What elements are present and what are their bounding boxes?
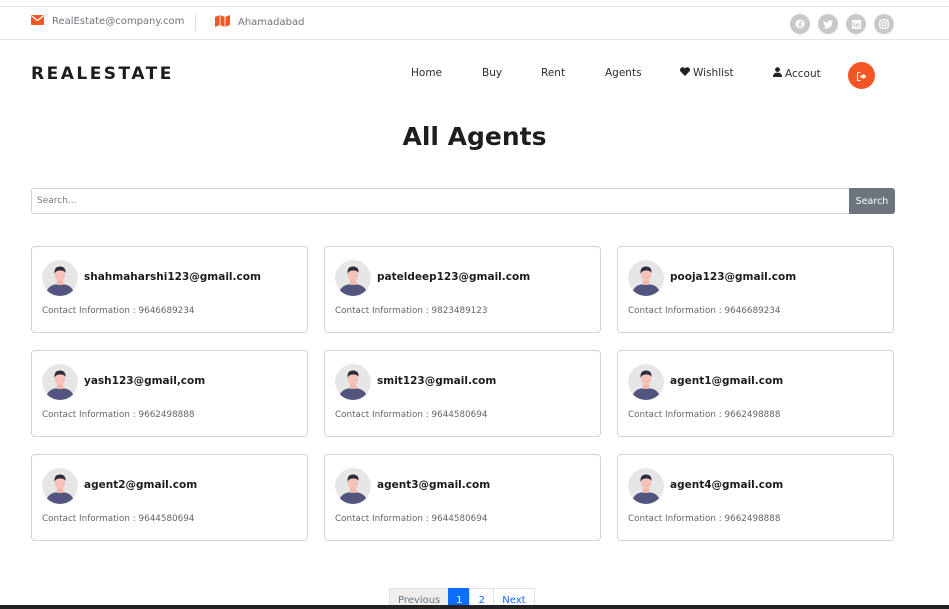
agent-email[interactable]: pateldeep123@gmail.com xyxy=(377,271,530,283)
instagram-icon[interactable] xyxy=(874,14,894,34)
email-text: RealEstate@company.com xyxy=(52,16,185,27)
sign-out-icon xyxy=(856,66,867,85)
linkedin-icon[interactable] xyxy=(846,14,866,34)
twitter-icon[interactable] xyxy=(818,14,838,34)
agent-contact: Contact Information : 9646689234 xyxy=(42,306,195,316)
agent-card[interactable]: smit123@gmail.com Contact Information : 9… xyxy=(324,350,601,437)
top-info-bar: RealEstate@company.com Ahamadabad xyxy=(0,7,949,40)
avatar xyxy=(335,260,371,296)
site-logo[interactable]: REALESTATE xyxy=(31,64,174,84)
avatar xyxy=(42,364,78,400)
logout-button[interactable] xyxy=(848,62,875,89)
agent-card[interactable]: agent3@gmail.com Contact Information : 96… xyxy=(324,454,601,541)
agent-email[interactable]: smit123@gmail.com xyxy=(377,375,496,387)
agent-card[interactable]: agent1@gmail.com Contact Information : 96… xyxy=(617,350,894,437)
envelope-icon xyxy=(31,15,44,28)
agent-card[interactable]: yash123@gmail,com Contact Information : 9… xyxy=(31,350,308,437)
agent-card[interactable]: agent4@gmail.com Contact Information : 96… xyxy=(617,454,894,541)
account-label: Accout xyxy=(785,67,821,80)
wishlist-label: Wishlist xyxy=(693,67,734,79)
agent-email[interactable]: agent4@gmail.com xyxy=(670,479,783,491)
agent-contact: Contact Information : 9662498888 xyxy=(628,410,781,420)
avatar xyxy=(628,364,664,400)
avatar xyxy=(335,364,371,400)
agent-email[interactable]: pooja123@gmail.com xyxy=(670,271,796,283)
agent-contact: Contact Information : 9644580694 xyxy=(42,514,195,524)
map-icon xyxy=(215,15,230,30)
agent-contact: Contact Information : 9662498888 xyxy=(42,410,195,420)
agent-email[interactable]: agent2@gmail.com xyxy=(84,479,197,491)
main-navbar: REALESTATE Home Buy Rent Agents Wishlist… xyxy=(0,41,949,107)
avatar xyxy=(42,260,78,296)
agent-card[interactable]: pooja123@gmail.com Contact Information : … xyxy=(617,246,894,333)
nav-buy[interactable]: Buy xyxy=(482,67,502,79)
nav-home[interactable]: Home xyxy=(411,67,442,79)
agent-email[interactable]: shahmaharshi123@gmail.com xyxy=(84,271,261,283)
agent-contact: Contact Information : 9662498888 xyxy=(628,514,781,524)
topbar-separator xyxy=(195,14,196,31)
heart-icon xyxy=(680,67,690,79)
user-icon xyxy=(773,67,782,80)
agent-contact: Contact Information : 9823489123 xyxy=(335,306,488,316)
agent-card[interactable]: shahmaharshi123@gmail.com Contact Informa… xyxy=(31,246,308,333)
agent-card[interactable]: agent2@gmail.com Contact Information : 96… xyxy=(31,454,308,541)
contact-email[interactable]: RealEstate@company.com xyxy=(31,15,184,28)
avatar xyxy=(628,260,664,296)
search-input[interactable] xyxy=(31,188,850,214)
nav-wishlist[interactable]: Wishlist xyxy=(680,67,734,79)
nav-agents[interactable]: Agents xyxy=(605,67,642,79)
agents-grid: shahmaharshi123@gmail.com Contact Informa… xyxy=(31,246,894,541)
nav-rent[interactable]: Rent xyxy=(541,67,565,79)
agent-email[interactable]: yash123@gmail,com xyxy=(84,375,205,387)
avatar xyxy=(335,468,371,504)
search-button[interactable]: Search xyxy=(849,188,895,214)
facebook-icon[interactable] xyxy=(790,14,810,34)
agent-contact: Contact Information : 9644580694 xyxy=(335,410,488,420)
agent-contact: Contact Information : 9646689234 xyxy=(628,306,781,316)
bottom-edge xyxy=(0,605,949,609)
location-text: Ahamadabad xyxy=(238,17,305,28)
avatar xyxy=(628,468,664,504)
agent-contact: Contact Information : 9644580694 xyxy=(335,514,488,524)
nav-account[interactable]: Accout xyxy=(773,67,821,80)
agent-card[interactable]: pateldeep123@gmail.com Contact Informatio… xyxy=(324,246,601,333)
agent-email[interactable]: agent1@gmail.com xyxy=(670,375,783,387)
page-title: All Agents xyxy=(402,122,547,151)
contact-location[interactable]: Ahamadabad xyxy=(215,15,304,30)
avatar xyxy=(42,468,78,504)
agent-email[interactable]: agent3@gmail.com xyxy=(377,479,490,491)
